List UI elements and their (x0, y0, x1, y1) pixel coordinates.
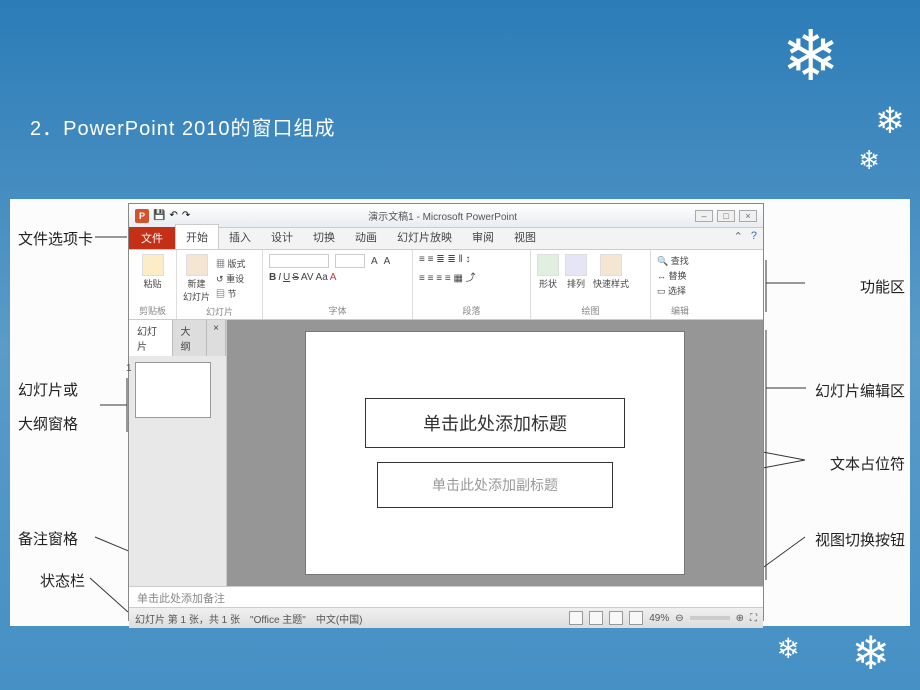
status-bar: 幻灯片 第 1 张，共 1 张 "Office 主题" 中文(中国) 49% ⊖… (129, 608, 763, 628)
subtitle-placeholder[interactable]: 单击此处添加副标题 (377, 462, 613, 508)
drawing-group-label: 绘图 (537, 302, 644, 317)
quick-access: P 💾 ↶ ↷ (129, 209, 196, 223)
fit-window-button[interactable]: ⛶ (750, 613, 757, 624)
zoom-slider[interactable] (690, 616, 730, 620)
notes-pane[interactable]: 单击此处添加备注 (129, 586, 763, 608)
section-button[interactable]: ▤ 节 (216, 287, 246, 300)
label-file-option: 文件选项卡 (18, 228, 93, 249)
main-area: 幻灯片 大纲 × 1 单击此处添加标题 单击此处添加副标题 (129, 320, 763, 586)
review-tab[interactable]: 审阅 (462, 225, 504, 249)
animation-tab[interactable]: 动画 (345, 225, 387, 249)
reset-button[interactable]: ↺ 重设 (216, 272, 246, 285)
transition-tab[interactable]: 切换 (303, 225, 345, 249)
zoom-out-button[interactable]: ⊖ (675, 613, 683, 624)
paste-button[interactable]: 粘贴 (135, 254, 170, 290)
status-slide-info: 幻灯片 第 1 张，共 1 张 (135, 611, 240, 626)
page-title: 2．PowerPoint 2010的窗口组成 (30, 112, 335, 141)
editing-group-label: 编辑 (657, 302, 703, 317)
replace-button[interactable]: ↔ 替换 (657, 269, 703, 282)
home-tab[interactable]: 开始 (175, 224, 219, 249)
close-button[interactable]: × (739, 210, 757, 222)
window-title: 演示文稿1 - Microsoft PowerPoint (196, 208, 689, 223)
new-slide-button[interactable]: 新建 幻灯片 (183, 254, 210, 303)
insert-tab[interactable]: 插入 (219, 225, 261, 249)
undo-icon[interactable]: ↶ (169, 210, 177, 221)
label-statusbar: 状态栏 (40, 570, 85, 591)
label-view-buttons: 视图切换按钮 (815, 529, 905, 550)
ribbon-tabs: 文件 开始 插入 设计 切换 动画 幻灯片放映 审阅 视图 ⌃? (129, 228, 763, 250)
outline-tab[interactable]: 大纲 (173, 320, 208, 356)
powerpoint-icon: P (135, 209, 149, 223)
slide-canvas[interactable]: 单击此处添加标题 单击此处添加副标题 (305, 331, 685, 575)
slideshow-tab[interactable]: 幻灯片放映 (387, 225, 462, 249)
arrange-button[interactable]: 排列 (565, 254, 587, 290)
slide-thumbnail[interactable]: 1 (135, 362, 211, 418)
clipboard-group-label: 剪贴板 (135, 302, 170, 317)
reading-view-button[interactable] (609, 611, 623, 625)
normal-view-button[interactable] (569, 611, 583, 625)
minimize-button[interactable]: – (695, 210, 713, 222)
label-ribbon: 功能区 (860, 276, 905, 297)
file-tab[interactable]: 文件 (129, 227, 175, 249)
slides-outline-pane: 幻灯片 大纲 × 1 (129, 320, 227, 586)
ribbon-area: 粘贴 剪贴板 新建 幻灯片 ▦ 版式 ↺ 重设 ▤ 节 幻灯片 AA B I U… (129, 250, 763, 320)
title-placeholder[interactable]: 单击此处添加标题 (365, 398, 625, 448)
status-theme: "Office 主题" (250, 611, 306, 626)
slides-group-label: 幻灯片 (183, 303, 256, 318)
slide-edit-area: 单击此处添加标题 单击此处添加副标题 (227, 320, 763, 586)
minimize-ribbon-icon[interactable]: ⌃ (734, 230, 743, 243)
powerpoint-window: P 💾 ↶ ↷ 演示文稿1 - Microsoft PowerPoint – □… (128, 203, 764, 621)
label-edit-area: 幻灯片编辑区 (815, 380, 905, 401)
redo-icon[interactable]: ↷ (182, 210, 190, 221)
label-placeholder: 文本占位符 (830, 453, 905, 474)
layout-button[interactable]: ▦ 版式 (216, 257, 246, 270)
slides-tab[interactable]: 幻灯片 (129, 320, 173, 356)
shapes-button[interactable]: 形状 (537, 254, 559, 290)
paragraph-group-label: 段落 (419, 302, 524, 317)
maximize-button[interactable]: □ (717, 210, 735, 222)
select-button[interactable]: ▭ 选择 (657, 284, 703, 297)
find-button[interactable]: 🔍 查找 (657, 254, 703, 267)
sorter-view-button[interactable] (589, 611, 603, 625)
status-lang: 中文(中国) (316, 611, 363, 626)
view-tab[interactable]: 视图 (504, 225, 546, 249)
quickstyle-button[interactable]: 快速样式 (593, 254, 629, 290)
help-icon[interactable]: ? (751, 230, 757, 243)
label-slides-pane-1: 幻灯片或 (18, 379, 78, 400)
zoom-level: 49% (649, 613, 669, 624)
label-notes-pane: 备注窗格 (18, 528, 78, 549)
font-group-label: 字体 (269, 302, 406, 317)
zoom-in-button[interactable]: ⊕ (736, 613, 744, 624)
close-pane-button[interactable]: × (207, 320, 226, 356)
slideshow-view-button[interactable] (629, 611, 643, 625)
save-icon[interactable]: 💾 (153, 210, 165, 221)
design-tab[interactable]: 设计 (261, 225, 303, 249)
label-slides-pane-2: 大纲窗格 (18, 413, 78, 434)
